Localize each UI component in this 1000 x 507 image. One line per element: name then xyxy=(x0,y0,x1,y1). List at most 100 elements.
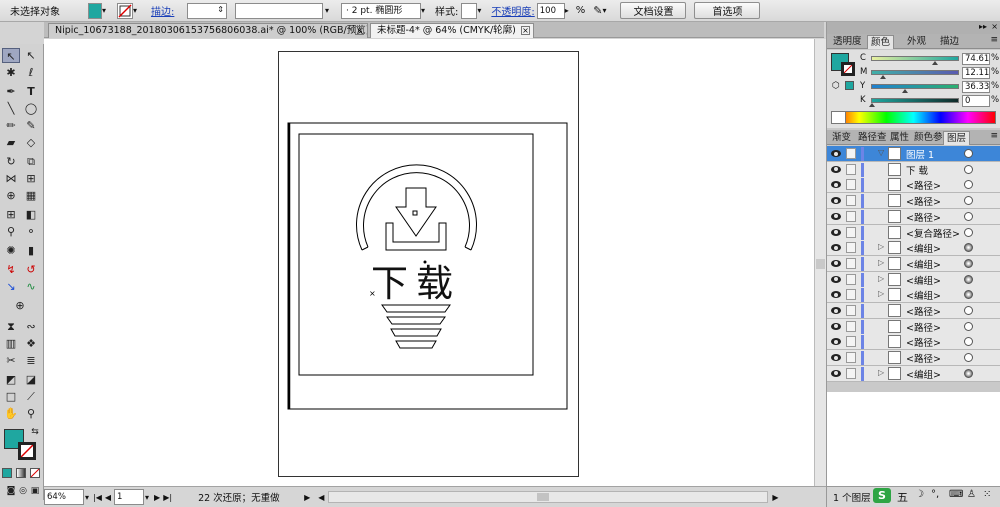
visibility-eye-icon[interactable] xyxy=(831,244,841,252)
opacity-dropdown-icon[interactable]: ▸ xyxy=(565,3,575,19)
layer-row[interactable]: ▷ <编组> xyxy=(827,271,1000,288)
tab-untitled-4[interactable]: 未标题-4* @ 64% (CMYK/轮廓) × xyxy=(370,23,534,38)
slice-select-tool-icon[interactable]: ∾ xyxy=(22,319,40,334)
slider-magenta[interactable]: M 12.11 % xyxy=(860,67,999,80)
layer-row[interactable]: 下 载 xyxy=(827,161,1000,178)
tab-gradient[interactable]: 渐变 xyxy=(829,131,854,145)
layer-name[interactable]: <编组> xyxy=(906,241,941,255)
lock-toggle[interactable] xyxy=(846,305,856,316)
download-text[interactable]: 下载 xyxy=(371,264,461,304)
live-paint-tool-icon[interactable]: ◩ xyxy=(2,372,20,387)
hand-tool-icon[interactable]: ✋ xyxy=(2,406,20,421)
layer-row[interactable]: <路径> xyxy=(827,193,1000,210)
warp-tool-icon[interactable]: ↯ xyxy=(2,262,20,277)
next-artboard-icon[interactable]: ▶ xyxy=(154,493,160,502)
hscroll-thumb[interactable] xyxy=(537,493,550,501)
collapse-icon[interactable]: ▸▸ xyxy=(979,22,987,31)
lock-toggle[interactable] xyxy=(846,242,856,254)
layer-name[interactable]: <路径> xyxy=(906,194,941,208)
layer-row[interactable]: <路径> xyxy=(827,303,1000,319)
opacity-field[interactable]: 100 xyxy=(536,2,565,19)
visibility-eye-icon[interactable] xyxy=(831,275,841,283)
tab-color-guide[interactable]: 颜色参 xyxy=(911,131,946,145)
gradient-tool-icon[interactable]: ◧ xyxy=(22,207,40,222)
color-mode-icon[interactable] xyxy=(2,468,12,478)
panel-menu-icon[interactable]: ≡ xyxy=(990,35,998,45)
stroke-dropdown-icon[interactable]: ▾ xyxy=(133,3,143,19)
slider-value[interactable]: 74.61 xyxy=(962,53,990,65)
layer-row[interactable]: ▷ <编组> xyxy=(827,255,1000,272)
expand-toggle-icon[interactable]: ▷ xyxy=(878,289,884,298)
swap-colors-icon[interactable]: ⇆ xyxy=(26,425,44,440)
gradient-mode-icon[interactable] xyxy=(16,468,26,478)
ellipse-tool-icon[interactable]: ◯ xyxy=(22,101,40,116)
expand-toggle-icon[interactable]: ▷ xyxy=(878,368,884,377)
last-artboard-icon[interactable]: ▶| xyxy=(163,493,172,502)
lock-toggle[interactable] xyxy=(846,289,856,301)
brush-definition[interactable]: · 2 pt. 椭圆形 xyxy=(341,2,421,19)
slider-value[interactable]: 0 xyxy=(962,95,990,107)
magic-wand-tool-icon[interactable]: ✱ xyxy=(2,65,20,80)
document-canvas[interactable]: × 下载 xyxy=(44,39,814,486)
lock-toggle[interactable] xyxy=(846,352,856,364)
layer-name[interactable]: <编组> xyxy=(906,288,941,302)
color-panel-stroke[interactable] xyxy=(841,62,855,76)
tab-nipic[interactable]: Nipic_10673188_20180306153756806038.ai* … xyxy=(48,23,368,38)
artboard-number-field[interactable]: 1 xyxy=(114,489,145,505)
slider-track[interactable] xyxy=(871,56,959,61)
type-tool-icon[interactable]: T xyxy=(22,84,40,99)
layer-name[interactable]: 图层 1 xyxy=(906,147,934,161)
slider-value[interactable]: 12.11 xyxy=(962,67,990,79)
lock-toggle[interactable] xyxy=(846,257,856,269)
visibility-eye-icon[interactable] xyxy=(831,322,841,330)
close-icon[interactable]: × xyxy=(355,26,364,35)
screen-mode-icon[interactable]: ▣ xyxy=(26,484,44,499)
visibility-eye-icon[interactable] xyxy=(831,150,841,157)
vertical-scrollbar[interactable] xyxy=(814,39,826,486)
settings-grid-icon[interactable]: ⁙ xyxy=(983,489,991,500)
zoom-tool-icon[interactable]: ⚲ xyxy=(22,406,40,421)
visibility-eye-icon[interactable] xyxy=(831,212,841,220)
selection-tool-icon[interactable]: ↖ xyxy=(2,48,20,63)
artboard-dropdown-icon[interactable]: ▾ xyxy=(145,493,149,502)
zoom-field[interactable]: 64% xyxy=(44,489,84,505)
layer-name[interactable]: <路径> xyxy=(906,335,941,349)
stroke-color-box[interactable] xyxy=(18,442,36,460)
stroke-swatch[interactable] xyxy=(117,2,133,19)
layer-name[interactable]: <路径> xyxy=(906,351,941,365)
target-circle-icon[interactable] xyxy=(964,258,973,268)
user-icon[interactable]: ♙ xyxy=(967,489,976,500)
target-circle-icon[interactable] xyxy=(964,353,973,363)
lock-toggle[interactable] xyxy=(846,148,856,159)
blend-tool-icon[interactable]: ⚬ xyxy=(22,224,40,239)
tab-appearance[interactable]: 外观 xyxy=(904,35,929,49)
lock-toggle[interactable] xyxy=(846,320,856,332)
tab-color[interactable]: 颜色 xyxy=(867,35,895,49)
layer-name[interactable]: <复合路径> xyxy=(906,226,960,240)
layer-name[interactable]: <路径> xyxy=(906,210,941,224)
rotate-tool-icon[interactable]: ↻ xyxy=(2,154,20,169)
tab-stroke[interactable]: 描边 xyxy=(937,35,962,49)
target-circle-icon[interactable] xyxy=(964,211,973,221)
target-circle-icon[interactable] xyxy=(964,180,973,190)
tab-transparency[interactable]: 透明度 xyxy=(830,35,865,49)
spectrum-white-black[interactable] xyxy=(832,112,846,123)
hscroll-right-icon[interactable]: ▶ xyxy=(772,493,778,502)
first-artboard-icon[interactable]: |◀ xyxy=(93,493,102,502)
layer-row[interactable]: <路径> xyxy=(827,208,1000,225)
blob-brush-tool-icon[interactable]: ▰ xyxy=(2,135,20,150)
knife-tool-icon[interactable]: ≣ xyxy=(22,353,40,368)
line-tool-icon[interactable]: ╲ xyxy=(2,101,20,116)
panel-close-icon[interactable]: × xyxy=(991,22,998,31)
symbol-shifter-tool-icon[interactable]: ❖ xyxy=(22,336,40,351)
column-graph-tool-icon[interactable]: ▮ xyxy=(22,243,40,258)
color-spectrum[interactable] xyxy=(831,111,996,124)
keyboard-icon[interactable]: ⌨ xyxy=(949,489,963,500)
twirl-tool-icon[interactable]: ↺ xyxy=(22,262,40,277)
pucker-tool-icon[interactable]: ↘ xyxy=(2,279,20,294)
profile-dropdown-icon[interactable]: ▾ xyxy=(325,3,335,19)
brush-dropdown-icon[interactable]: ▾ xyxy=(421,3,431,19)
gamut-swatch[interactable] xyxy=(845,81,854,90)
lasso-tool-icon[interactable]: ℓ xyxy=(22,65,40,80)
artboard-tool-icon[interactable]: ⊕ xyxy=(11,298,29,313)
